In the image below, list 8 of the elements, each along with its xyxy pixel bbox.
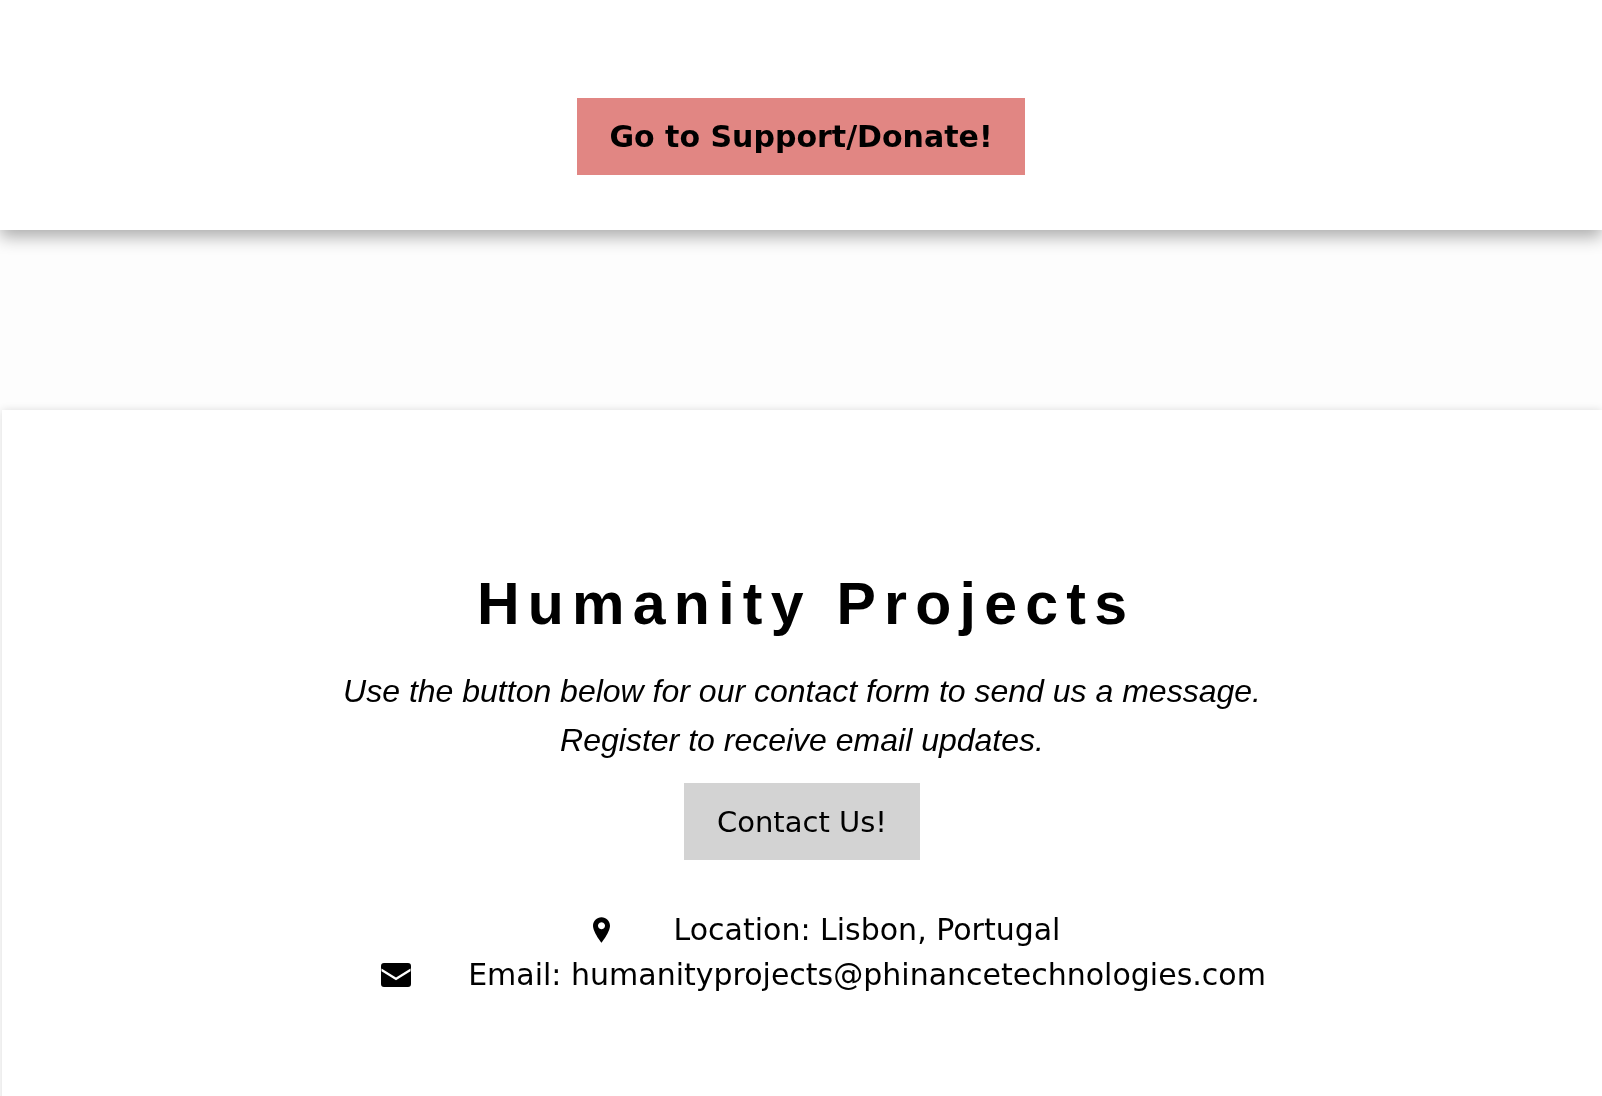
- section-title: Humanity Projects: [475, 570, 1136, 639]
- description-text: Use the button below for our contact form to send us a message. Register to receive email updates.: [343, 672, 1261, 760]
- email-text: Email: humanityprojects@phinancetechnologies.com: [468, 956, 1266, 994]
- envelope-icon: [381, 962, 412, 987]
- contact-button[interactable]: Contact Us!: [684, 783, 920, 860]
- map-pin-icon: [593, 916, 610, 943]
- donate-button[interactable]: Go to Support/Donate!: [577, 98, 1025, 175]
- location-text: Location: Lisbon, Portugal: [673, 911, 1061, 949]
